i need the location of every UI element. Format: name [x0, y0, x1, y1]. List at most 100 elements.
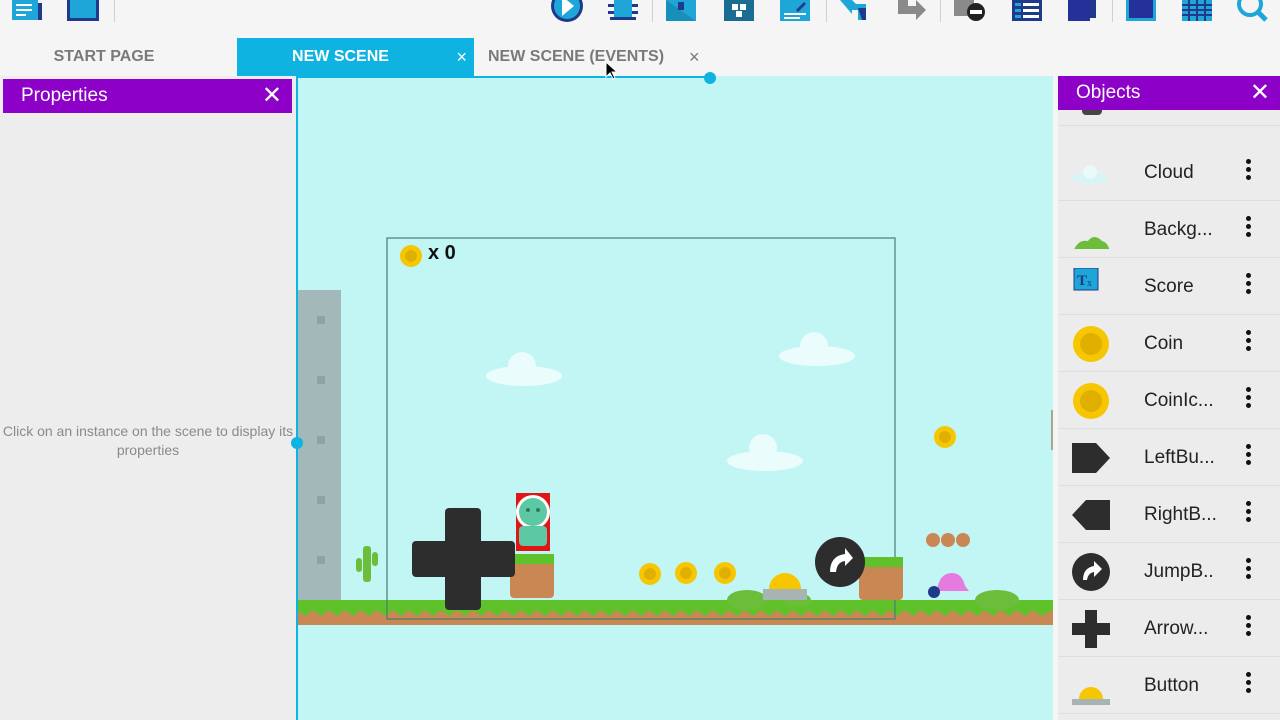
object-item-button[interactable]: Button: [1058, 657, 1280, 714]
object-label: Backg...: [1144, 219, 1213, 240]
coin-sprite[interactable]: [714, 562, 736, 584]
scroll-indicator[interactable]: [1051, 410, 1053, 450]
object-item-background[interactable]: Backg...: [1058, 201, 1280, 258]
object-label: LeftBu...: [1144, 447, 1215, 468]
resize-handle[interactable]: [704, 72, 716, 84]
object-item-cloud[interactable]: Cloud: [1058, 144, 1280, 201]
scene-drawing: [297, 237, 1053, 625]
object-label: RightB...: [1144, 504, 1217, 525]
tab-bar: START PAGE NEW SCENE × NEW SCENE (EVENTS…: [0, 38, 1280, 76]
more-options-icon[interactable]: [1242, 442, 1254, 472]
toolbar: [0, 0, 1280, 38]
coin-icon: [1072, 382, 1110, 420]
preview-icon[interactable]: [550, 0, 584, 22]
objects-panel-title: Objects: [1076, 82, 1141, 103]
more-options-icon[interactable]: [1242, 385, 1254, 415]
arrow-pad-sprite[interactable]: [412, 508, 515, 610]
object-label: CoinIc...: [1144, 390, 1214, 411]
zoom-icon[interactable]: [1236, 0, 1270, 22]
slime-enemy-sprite[interactable]: [937, 573, 969, 591]
toolbar-separator: [114, 0, 115, 22]
player-sprite[interactable]: [516, 493, 550, 551]
cloud-icon: [1072, 154, 1110, 192]
brick-blocks[interactable]: [926, 533, 970, 547]
close-icon[interactable]: ✕: [1250, 80, 1270, 106]
object-item-jumpbutton[interactable]: JumpB..: [1058, 543, 1280, 600]
tab-label: START PAGE: [53, 48, 155, 65]
object-editor-icon[interactable]: [664, 0, 698, 22]
delete-icon[interactable]: [952, 0, 986, 22]
coin-icon: [1072, 325, 1110, 363]
more-options-icon[interactable]: [1242, 214, 1254, 244]
scene-selection-edge: [296, 76, 298, 720]
stone-pillar[interactable]: [297, 290, 341, 600]
tab-label: NEW SCENE (EVENTS): [488, 48, 665, 65]
coin-sprite[interactable]: [934, 426, 956, 448]
project-manager-icon[interactable]: [10, 0, 44, 22]
grid-mask-icon[interactable]: [1124, 0, 1158, 22]
properties-hint: Click on an instance on the scene to dis…: [2, 423, 294, 458]
close-icon[interactable]: ✕: [262, 83, 282, 109]
properties-panel: Properties ✕ Click on an instance on the…: [0, 76, 296, 720]
cloud-sprite[interactable]: [727, 434, 803, 471]
more-options-icon[interactable]: [1242, 670, 1254, 700]
ground[interactable]: [297, 600, 1053, 625]
tab-new-scene-events[interactable]: NEW SCENE (EVENTS) ×: [474, 38, 714, 76]
tab-new-scene[interactable]: NEW SCENE ×: [237, 38, 474, 76]
grass-block[interactable]: [859, 557, 903, 600]
arrow-pad-icon: [1072, 610, 1110, 648]
layers-list-icon[interactable]: [1010, 0, 1044, 22]
resize-handle[interactable]: [291, 437, 303, 449]
more-options-icon[interactable]: [1242, 328, 1254, 358]
scene-selection-edge: [297, 76, 710, 78]
layers-icon[interactable]: [1066, 0, 1100, 22]
toolbar-separator: [940, 0, 941, 22]
object-item-coinicon[interactable]: CoinIc...: [1058, 372, 1280, 429]
redo-icon[interactable]: [894, 0, 928, 22]
object-label: Coin: [1144, 333, 1184, 354]
objects-panel: Fly Cloud Backg... Tx Score Coin CoinIc.…: [1058, 76, 1280, 720]
scene-canvas[interactable]: x 0: [297, 76, 1053, 720]
object-label: Score: [1144, 276, 1194, 297]
tab-start-page[interactable]: START PAGE: [0, 38, 208, 76]
object-item-score[interactable]: Tx Score: [1058, 258, 1280, 315]
jump-button-sprite[interactable]: [815, 537, 865, 587]
grass-block[interactable]: [510, 554, 554, 598]
object-label: Cloud: [1144, 162, 1194, 183]
left-button-icon: [1072, 439, 1110, 477]
more-options-icon[interactable]: [1242, 499, 1254, 529]
more-options-icon[interactable]: [1242, 613, 1254, 643]
push-button-sprite[interactable]: [763, 573, 807, 600]
object-groups-icon[interactable]: [722, 0, 756, 22]
cloud-sprite[interactable]: [486, 352, 562, 386]
fly-enemy-sprite[interactable]: [928, 586, 940, 598]
open-scene-icon[interactable]: [66, 0, 100, 22]
object-item-leftbutton[interactable]: LeftBu...: [1058, 429, 1280, 486]
cloud-sprite[interactable]: [779, 332, 855, 366]
coin-icon-sprite[interactable]: [400, 245, 422, 267]
tab-label: NEW SCENE: [292, 48, 389, 65]
close-tab-icon[interactable]: ×: [689, 47, 700, 68]
object-item-coin[interactable]: Coin: [1058, 315, 1280, 372]
close-tab-icon[interactable]: ×: [456, 47, 467, 68]
more-options-icon[interactable]: [1242, 271, 1254, 301]
grid-icon[interactable]: [1180, 0, 1214, 22]
coin-sprite[interactable]: [639, 563, 661, 585]
cactus-sprite[interactable]: [356, 546, 378, 582]
debugger-icon[interactable]: [606, 0, 640, 22]
undo-icon[interactable]: [836, 0, 870, 22]
push-button-icon: [1072, 667, 1110, 707]
bush-sprite[interactable]: [975, 590, 1019, 610]
jump-button-icon: [1072, 553, 1110, 591]
more-options-icon[interactable]: [1242, 556, 1254, 586]
background-bush-icon: [1072, 211, 1110, 256]
toolbar-separator: [652, 0, 653, 22]
more-options-icon[interactable]: [1242, 157, 1254, 187]
object-label: Button: [1144, 675, 1199, 696]
object-item-arrowpad[interactable]: Arrow...: [1058, 600, 1280, 657]
instances-list-icon[interactable]: [778, 0, 812, 22]
mouse-cursor-icon: [605, 61, 619, 80]
coin-counter-text[interactable]: x 0: [428, 242, 456, 265]
coin-sprite[interactable]: [675, 562, 697, 584]
object-item-rightbutton[interactable]: RightB...: [1058, 486, 1280, 543]
